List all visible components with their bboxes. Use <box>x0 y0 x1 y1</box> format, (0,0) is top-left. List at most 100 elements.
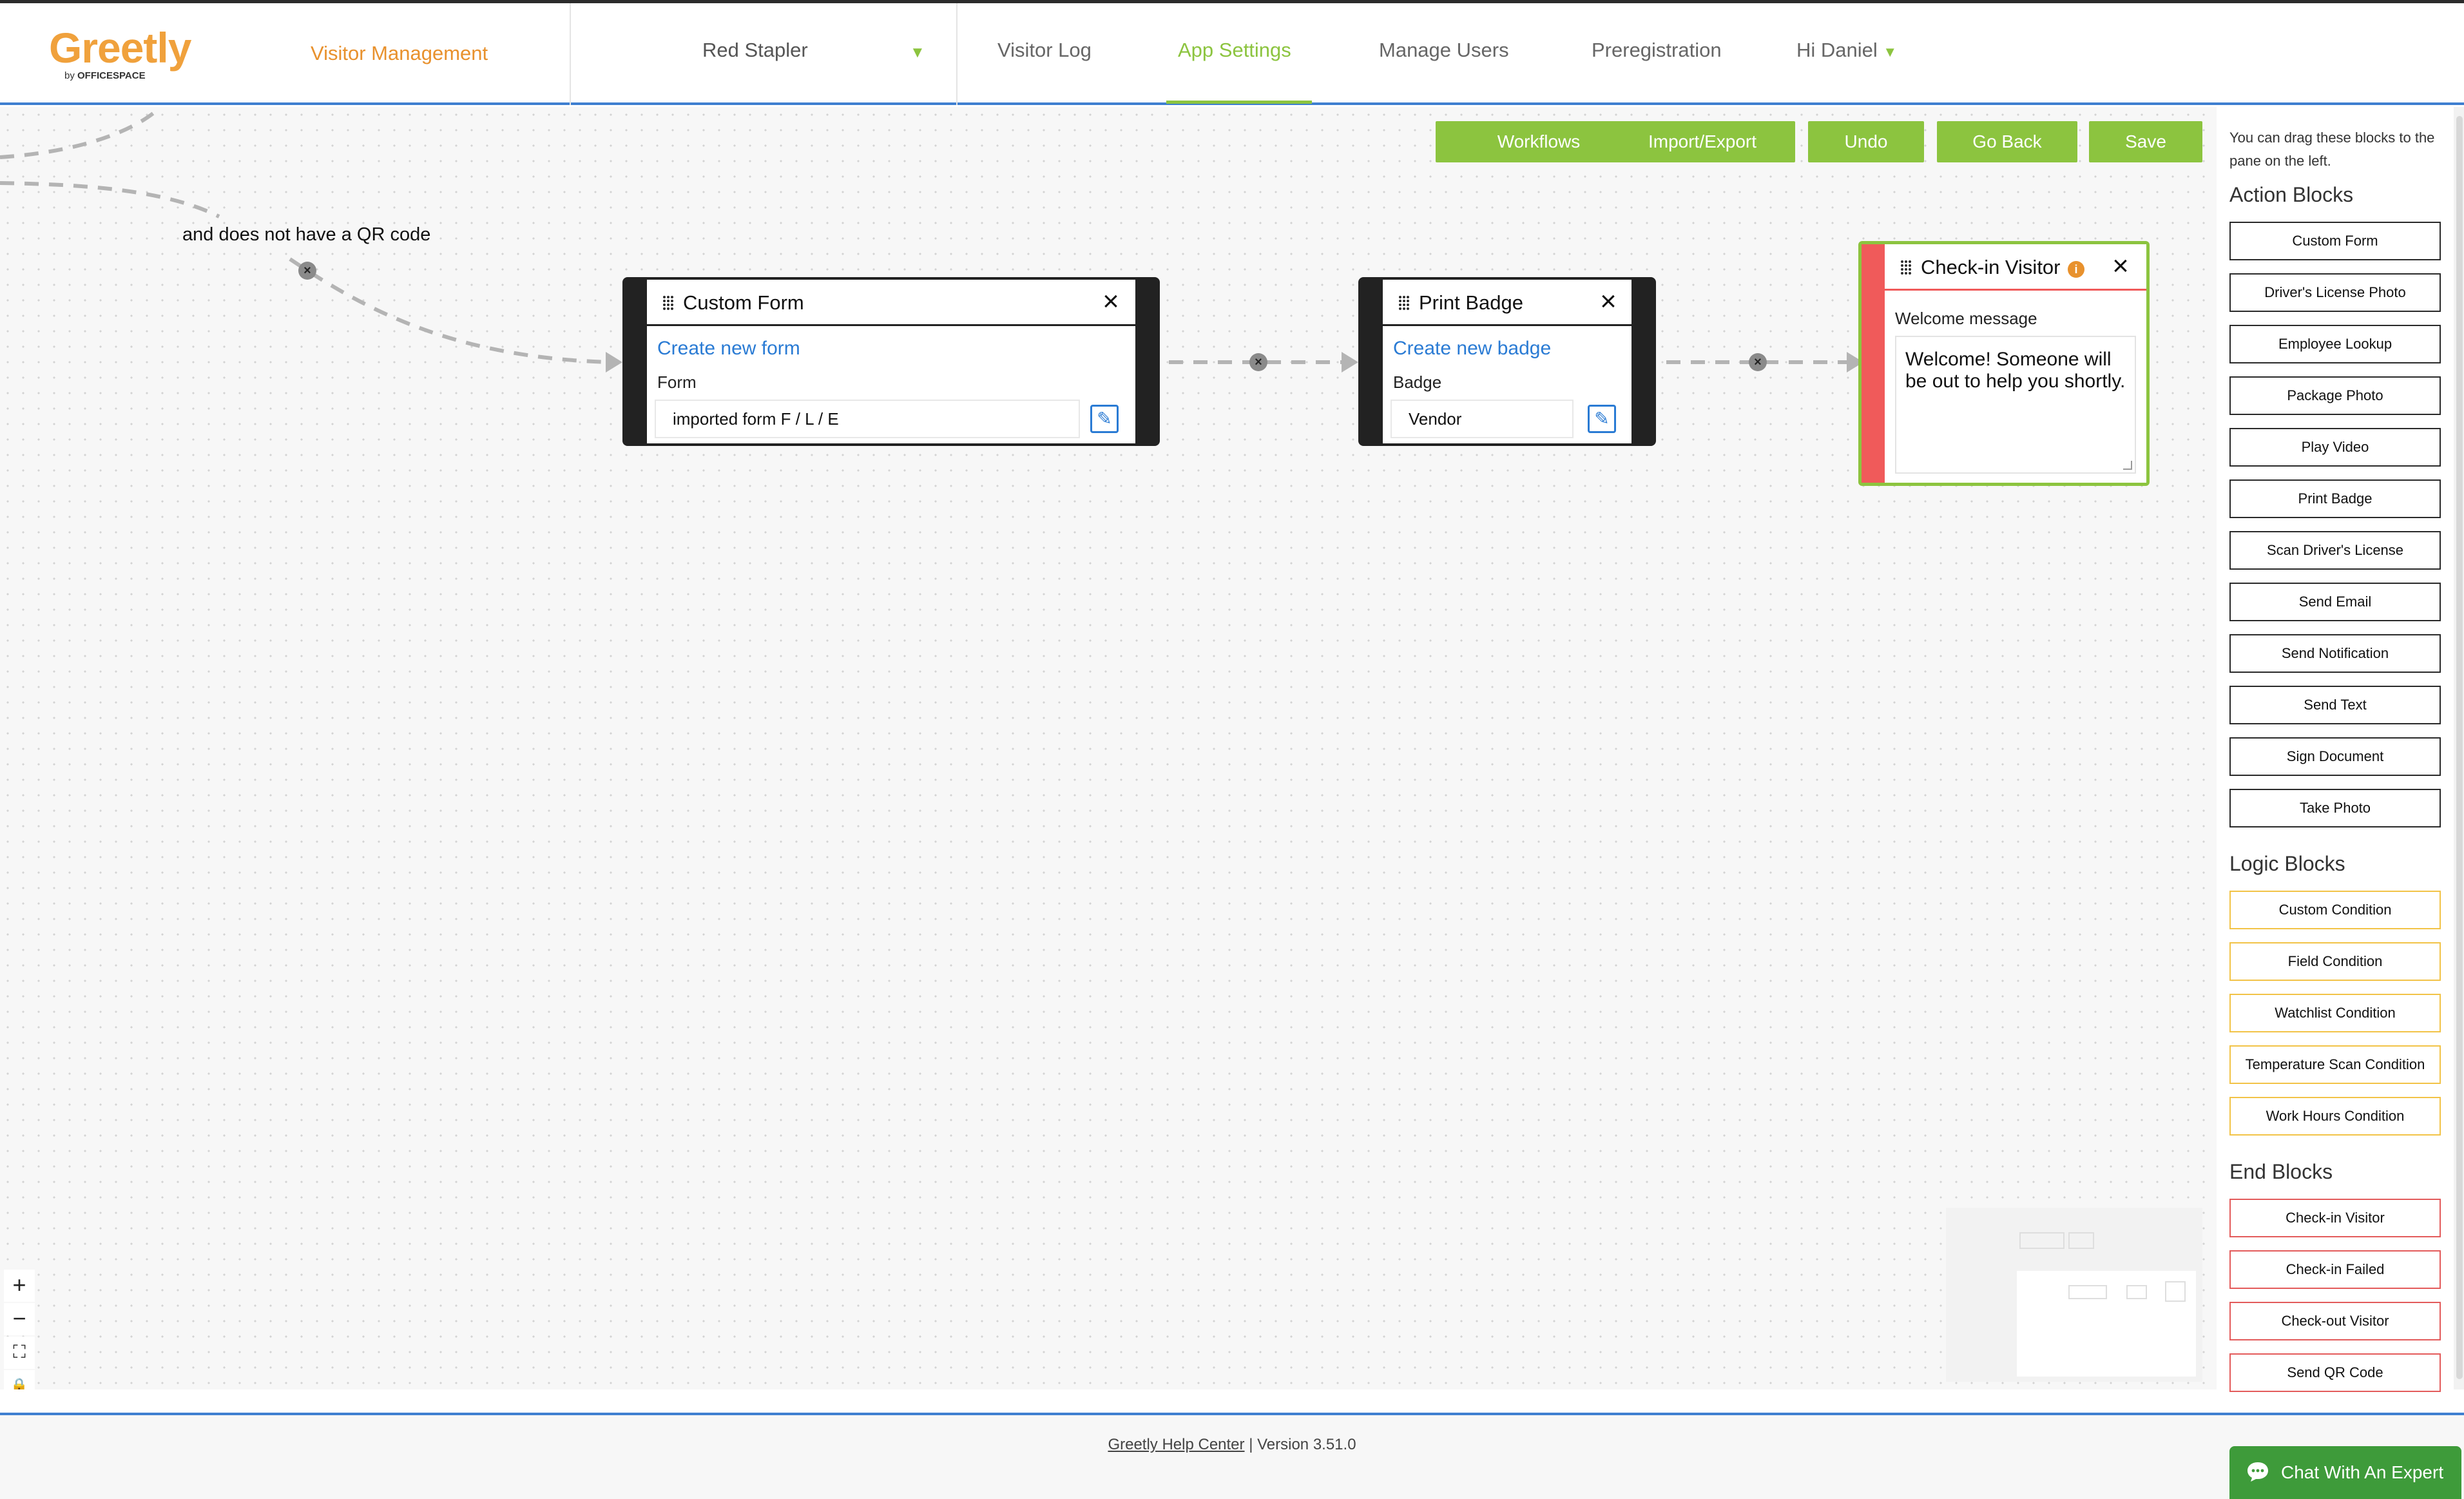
node-title: Print Badge <box>1419 291 1523 314</box>
go-back-button[interactable]: Go Back <box>1937 121 2077 162</box>
badge-select[interactable]: Vendor <box>1391 400 1574 438</box>
app-name-link[interactable]: Visitor Management <box>311 42 488 65</box>
form-field-label: Form <box>657 372 697 392</box>
user-greeting: Hi Daniel <box>1796 39 1878 61</box>
action-block-send-email[interactable]: Send Email <box>2229 583 2441 621</box>
header-divider <box>570 3 571 105</box>
edge-condition-label: and does not have a QR code <box>182 224 431 245</box>
logic-block-temperature-scan-condition[interactable]: Temperature Scan Condition <box>2229 1045 2441 1084</box>
location-selector[interactable]: Red Stapler <box>702 39 808 62</box>
header-divider <box>956 3 958 105</box>
logo-wordmark: Greetly <box>49 24 191 72</box>
action-block-driver-s-license-photo[interactable]: Driver's License Photo <box>2229 273 2441 312</box>
save-button[interactable]: Save <box>2089 121 2202 162</box>
nav-visitor-log[interactable]: Visitor Log <box>997 39 1092 62</box>
edit-pencil-icon[interactable]: ✎ <box>1090 405 1119 433</box>
logo-sub-brand: OFFICESPACE <box>77 70 146 81</box>
minimap-node <box>2068 1285 2107 1299</box>
zoom-out-button[interactable]: − <box>4 1303 35 1335</box>
create-new-badge-link[interactable]: Create new badge <box>1393 338 1551 360</box>
active-tab-indicator <box>1166 101 1312 104</box>
action-blocks-heading: Action Blocks <box>2229 183 2354 206</box>
chevron-down-icon[interactable]: ▼ <box>910 44 925 62</box>
resize-handle-icon[interactable] <box>2123 461 2132 470</box>
action-block-print-badge[interactable]: Print Badge <box>2229 479 2441 518</box>
chat-with-expert-button[interactable]: Chat With An Expert <box>2229 1446 2461 1499</box>
fit-view-button[interactable]: ⛶ <box>4 1337 35 1369</box>
page-footer: Greetly Help Center | Version 3.51.0 <box>0 1415 2464 1499</box>
minimap-node <box>2126 1285 2147 1299</box>
logic-blocks-heading: Logic Blocks <box>2229 852 2345 875</box>
edge-incoming-mid <box>0 181 220 218</box>
nav-app-settings[interactable]: App Settings <box>1178 39 1291 62</box>
node-header[interactable]: Print Badge × <box>1383 280 1631 326</box>
greetly-logo[interactable]: Greetly by OFFICESPACE <box>49 26 191 88</box>
action-block-employee-lookup[interactable]: Employee Lookup <box>2229 325 2441 363</box>
close-icon[interactable]: × <box>1098 287 1124 316</box>
checkin-visitor-node[interactable]: Check-in Visitor i × Welcome message Wel… <box>1858 241 2150 486</box>
action-block-take-photo[interactable]: Take Photo <box>2229 789 2441 827</box>
minimap-node <box>2165 1281 2186 1302</box>
logic-block-custom-condition[interactable]: Custom Condition <box>2229 891 2441 929</box>
create-new-form-link[interactable]: Create new form <box>657 338 800 360</box>
end-block-marker <box>1862 244 1885 483</box>
node-header[interactable]: Check-in Visitor i × <box>1885 244 2146 291</box>
arrowhead <box>606 352 622 372</box>
workflow-canvas[interactable]: and does not have a QR code × × × Workfl… <box>0 107 2217 1389</box>
logic-block-work-hours-condition[interactable]: Work Hours Condition <box>2229 1097 2441 1136</box>
import-export-button[interactable]: Import/Export <box>1610 121 1795 162</box>
custom-form-node[interactable]: Custom Form × Create new form Form impor… <box>622 277 1160 446</box>
logo-subtitle: by OFFICESPACE <box>64 70 191 81</box>
end-block-send-qr-code[interactable]: Send QR Code <box>2229 1353 2441 1392</box>
action-block-custom-form[interactable]: Custom Form <box>2229 222 2441 260</box>
footer-text: Greetly Help Center | Version 3.51.0 <box>0 1436 2464 1454</box>
edge-to-custom-form[interactable] <box>289 257 613 364</box>
form-select[interactable]: imported form F / L / E <box>655 400 1080 438</box>
delete-edge-button[interactable]: × <box>298 262 316 280</box>
end-block-check-out-visitor[interactable]: Check-out Visitor <box>2229 1302 2441 1340</box>
logic-block-watchlist-condition[interactable]: Watchlist Condition <box>2229 994 2441 1032</box>
sidebar-hint: You can drag these blocks to the pane on… <box>2229 130 2435 169</box>
close-icon[interactable]: × <box>2108 252 2133 280</box>
chevron-down-icon: ▼ <box>1883 44 1898 60</box>
badge-field-label: Badge <box>1393 372 1442 392</box>
chat-bubble-icon <box>2247 1462 2268 1482</box>
edit-pencil-icon[interactable]: ✎ <box>1588 405 1616 433</box>
edge-incoming-top <box>0 110 156 159</box>
end-block-check-in-failed[interactable]: Check-in Failed <box>2229 1250 2441 1289</box>
nav-preregistration[interactable]: Preregistration <box>1592 39 1722 62</box>
node-title: Check-in Visitor <box>1921 256 2061 278</box>
action-block-scan-driver-s-license[interactable]: Scan Driver's License <box>2229 531 2441 570</box>
close-icon[interactable]: × <box>1595 287 1621 316</box>
welcome-message-text: Welcome! Someone will be out to help you… <box>1905 349 2126 392</box>
action-block-package-photo[interactable]: Package Photo <box>2229 376 2441 415</box>
logic-block-field-condition[interactable]: Field Condition <box>2229 942 2441 981</box>
logo-sub-prefix: by <box>64 70 78 81</box>
sidebar-scrollbar-thumb[interactable] <box>2456 116 2463 1379</box>
node-header[interactable]: Custom Form × <box>647 280 1135 326</box>
drag-handle-icon[interactable] <box>1900 260 1912 275</box>
drag-handle-icon[interactable] <box>1398 295 1410 311</box>
delete-edge-button[interactable]: × <box>1749 353 1767 371</box>
action-block-send-text[interactable]: Send Text <box>2229 686 2441 724</box>
help-center-link[interactable]: Greetly Help Center <box>1108 1436 1244 1453</box>
info-icon[interactable]: i <box>2068 261 2084 278</box>
drag-handle-icon[interactable] <box>662 295 674 311</box>
zoom-in-button[interactable]: + <box>4 1270 35 1302</box>
action-block-play-video[interactable]: Play Video <box>2229 428 2441 467</box>
minimap[interactable] <box>1946 1208 2202 1382</box>
end-block-check-in-visitor[interactable]: Check-in Visitor <box>2229 1199 2441 1237</box>
minimap-node <box>2019 1232 2065 1249</box>
welcome-message-label: Welcome message <box>1895 309 2037 328</box>
print-badge-node[interactable]: Print Badge × Create new badge Badge Ven… <box>1358 277 1656 446</box>
lock-icon[interactable]: 🔒 <box>4 1370 35 1389</box>
nav-manage-users[interactable]: Manage Users <box>1379 39 1509 62</box>
action-block-send-notification[interactable]: Send Notification <box>2229 634 2441 673</box>
undo-button[interactable]: Undo <box>1808 121 1924 162</box>
minimap-node <box>2068 1232 2094 1249</box>
user-menu[interactable]: Hi Daniel ▼ <box>1796 39 1897 62</box>
arrowhead <box>1342 352 1358 372</box>
action-block-sign-document[interactable]: Sign Document <box>2229 737 2441 776</box>
delete-edge-button[interactable]: × <box>1249 353 1267 371</box>
welcome-message-textarea[interactable]: Welcome! Someone will be out to help you… <box>1895 336 2136 474</box>
